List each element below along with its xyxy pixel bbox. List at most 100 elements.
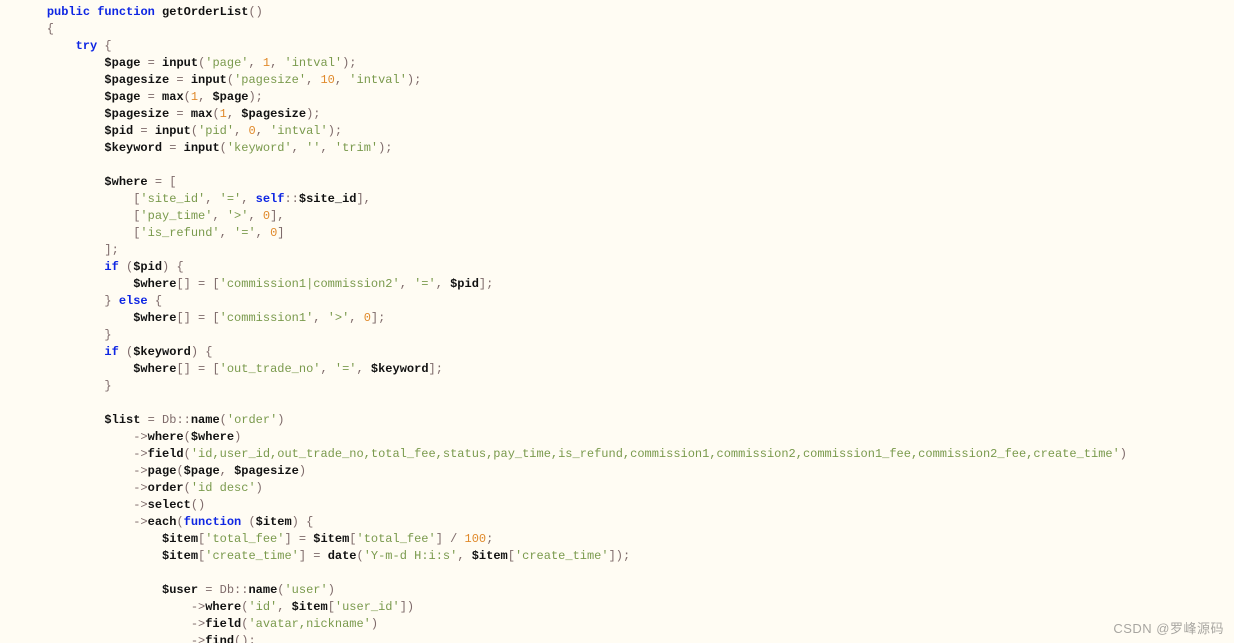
code-token-fn: each [148,515,177,529]
code-token-fn: input [184,141,220,155]
code-token-pun: { [97,39,111,53]
code-token-fn: input [162,56,198,70]
code-token-pun: [ [18,209,140,223]
code-line: ->select() [18,498,205,512]
code-token-pun: , [436,277,450,291]
code-line: public function getOrderList() [18,5,263,19]
code-token-fn: find [205,634,234,643]
code-token-pun: , [234,124,248,138]
code-token-num: 10 [320,73,334,87]
code-token-num: 0 [364,311,371,325]
code-token-kw: else [119,294,148,308]
code-token-var: $pid [104,124,133,138]
code-token-pun: ] / [436,532,465,546]
code-token-str: '' [306,141,320,155]
code-token-str: 'page' [205,56,248,70]
code-token-pun: ( [357,549,364,563]
code-token-pun: ] = [299,549,328,563]
code-token-pun [18,39,76,53]
code-token-pun [18,260,104,274]
code-token-str: 'commission1|commission2' [220,277,400,291]
code-token-str: 'is_refund' [140,226,219,240]
code-token-var: $pagesize [104,107,169,121]
code-token-pun [18,56,104,70]
code-line: ['is_refund', '=', 0] [18,226,284,240]
code-token-pun: , [320,362,334,376]
code-line: } [18,328,112,342]
code-token-str: 'commission1' [220,311,314,325]
code-token-var: $where [133,311,176,325]
code-line: ->page($page, $pagesize) [18,464,306,478]
code-token-fn: where [148,430,184,444]
code-token-pun: ]); [609,549,631,563]
code-token-var: $site_id [299,192,357,206]
code-line: $page = max(1, $page); [18,90,263,104]
code-token-str: 'create_time' [205,549,299,563]
code-token-pun: ( [184,430,191,444]
code-token-fn: page [148,464,177,478]
code-line: ]; [18,243,119,257]
code-token-pun [18,532,162,546]
code-line: $where[] = ['out_trade_no', '=', $keywor… [18,362,443,376]
code-token-num: 100 [465,532,487,546]
code-token-var: $page [212,90,248,104]
code-token-op: = [162,141,184,155]
code-token-str: 'user_id' [335,600,400,614]
code-token-pun: ) [277,413,284,427]
code-token-var: $page [184,464,220,478]
code-token-pun [18,277,133,291]
code-token-pun: ); [328,124,342,138]
code-token-pun: ( [212,107,219,121]
code-line: { [18,22,54,36]
code-line: ->where('id', $item['user_id']) [18,600,414,614]
code-token-var: $item [313,532,349,546]
code-token-str: '=' [335,362,357,376]
code-token-var: $pid [133,260,162,274]
code-token-pun [18,141,104,155]
code-token-var: $item [162,532,198,546]
code-token-pun: , [349,311,363,325]
code-token-pun: } [18,294,119,308]
code-token-var: $keyword [371,362,429,376]
code-token-kw: public [47,5,90,19]
code-token-pun: , [220,226,234,240]
code-token-op: = [140,56,162,70]
code-token-pun: -> [18,498,148,512]
code-token-var: $user [162,583,198,597]
code-token-num: 0 [263,209,270,223]
code-token-fn: where [205,600,241,614]
code-token-pun: ); [342,56,356,70]
code-token-pun: , [277,600,291,614]
code-token-pun: [ [18,226,140,240]
code-line: $item['create_time'] = date('Y-m-d H:i:s… [18,549,630,563]
code-token-str: 'pay_time' [140,209,212,223]
code-line: ['site_id', '=', self::$site_id], [18,192,371,206]
code-line: ->field('id,user_id,out_trade_no,total_f… [18,447,1127,461]
code-token-pun: ]; [429,362,443,376]
code-token-pun: ) [234,430,241,444]
code-token-pun: , [457,549,471,563]
code-token-var: $list [104,413,140,427]
code-token-pun: ( [184,447,191,461]
code-line: } [18,379,112,393]
code-token-str: '=' [220,192,242,206]
code-token-pun: ( [227,73,234,87]
code-token-pun [18,124,104,138]
code-line: ->find(); [18,634,256,643]
code-token-pun: ]; [18,243,119,257]
code-token-var: $where [104,175,147,189]
code-token-kw: function [97,5,155,19]
code-token-pun: , [400,277,414,291]
code-token-kw: if [104,345,118,359]
code-token-pun: -> [18,464,148,478]
code-token-pun [18,90,104,104]
code-token-str: 'id' [248,600,277,614]
code-token-num: 1 [191,90,198,104]
code-token-pun: [ [18,192,140,206]
code-line: $keyword = input('keyword', '', 'trim'); [18,141,393,155]
code-token-pun: ); [306,107,320,121]
code-token-var: $pagesize [241,107,306,121]
code-token-pun: ) { [292,515,314,529]
code-token-str: '=' [234,226,256,240]
code-token-op: = [169,73,191,87]
